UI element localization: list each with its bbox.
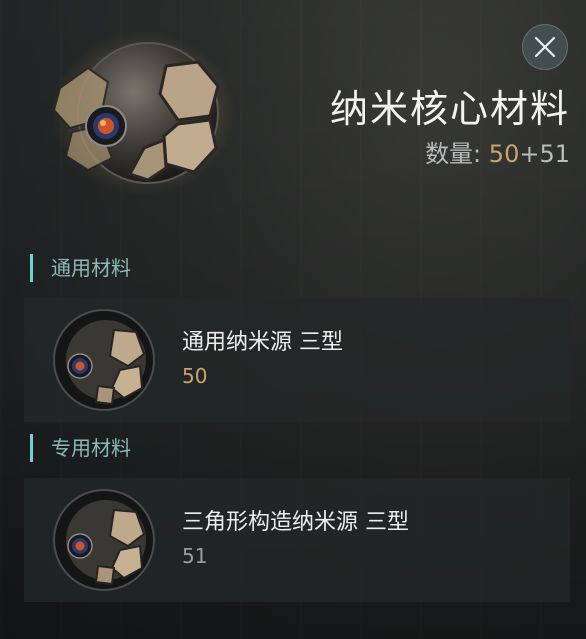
close-button[interactable] <box>522 24 568 70</box>
quantity-label: 数量: <box>425 140 482 168</box>
nano-source-icon <box>53 489 155 591</box>
quantity-readout: 数量: 50+51 <box>425 134 570 169</box>
material-count: 50 <box>182 364 208 388</box>
close-icon <box>534 36 556 58</box>
material-name: 三角形构造纳米源 三型 <box>182 510 409 535</box>
material-count: 51 <box>182 544 208 568</box>
section-label-special: 专用材料 <box>30 434 131 462</box>
page-title: 纳米核心材料 <box>329 87 570 131</box>
section-label-general: 通用材料 <box>30 254 131 282</box>
nano-core-icon <box>51 31 235 195</box>
nano-source-icon <box>53 309 155 411</box>
material-row-special[interactable]: 三角形构造纳米源 三型 51 <box>24 478 570 602</box>
quantity-owned: 50 <box>488 140 520 168</box>
material-name: 通用纳米源 三型 <box>182 330 343 355</box>
material-row-general[interactable]: 通用纳米源 三型 50 <box>24 298 570 422</box>
quantity-extra: +51 <box>519 140 570 168</box>
